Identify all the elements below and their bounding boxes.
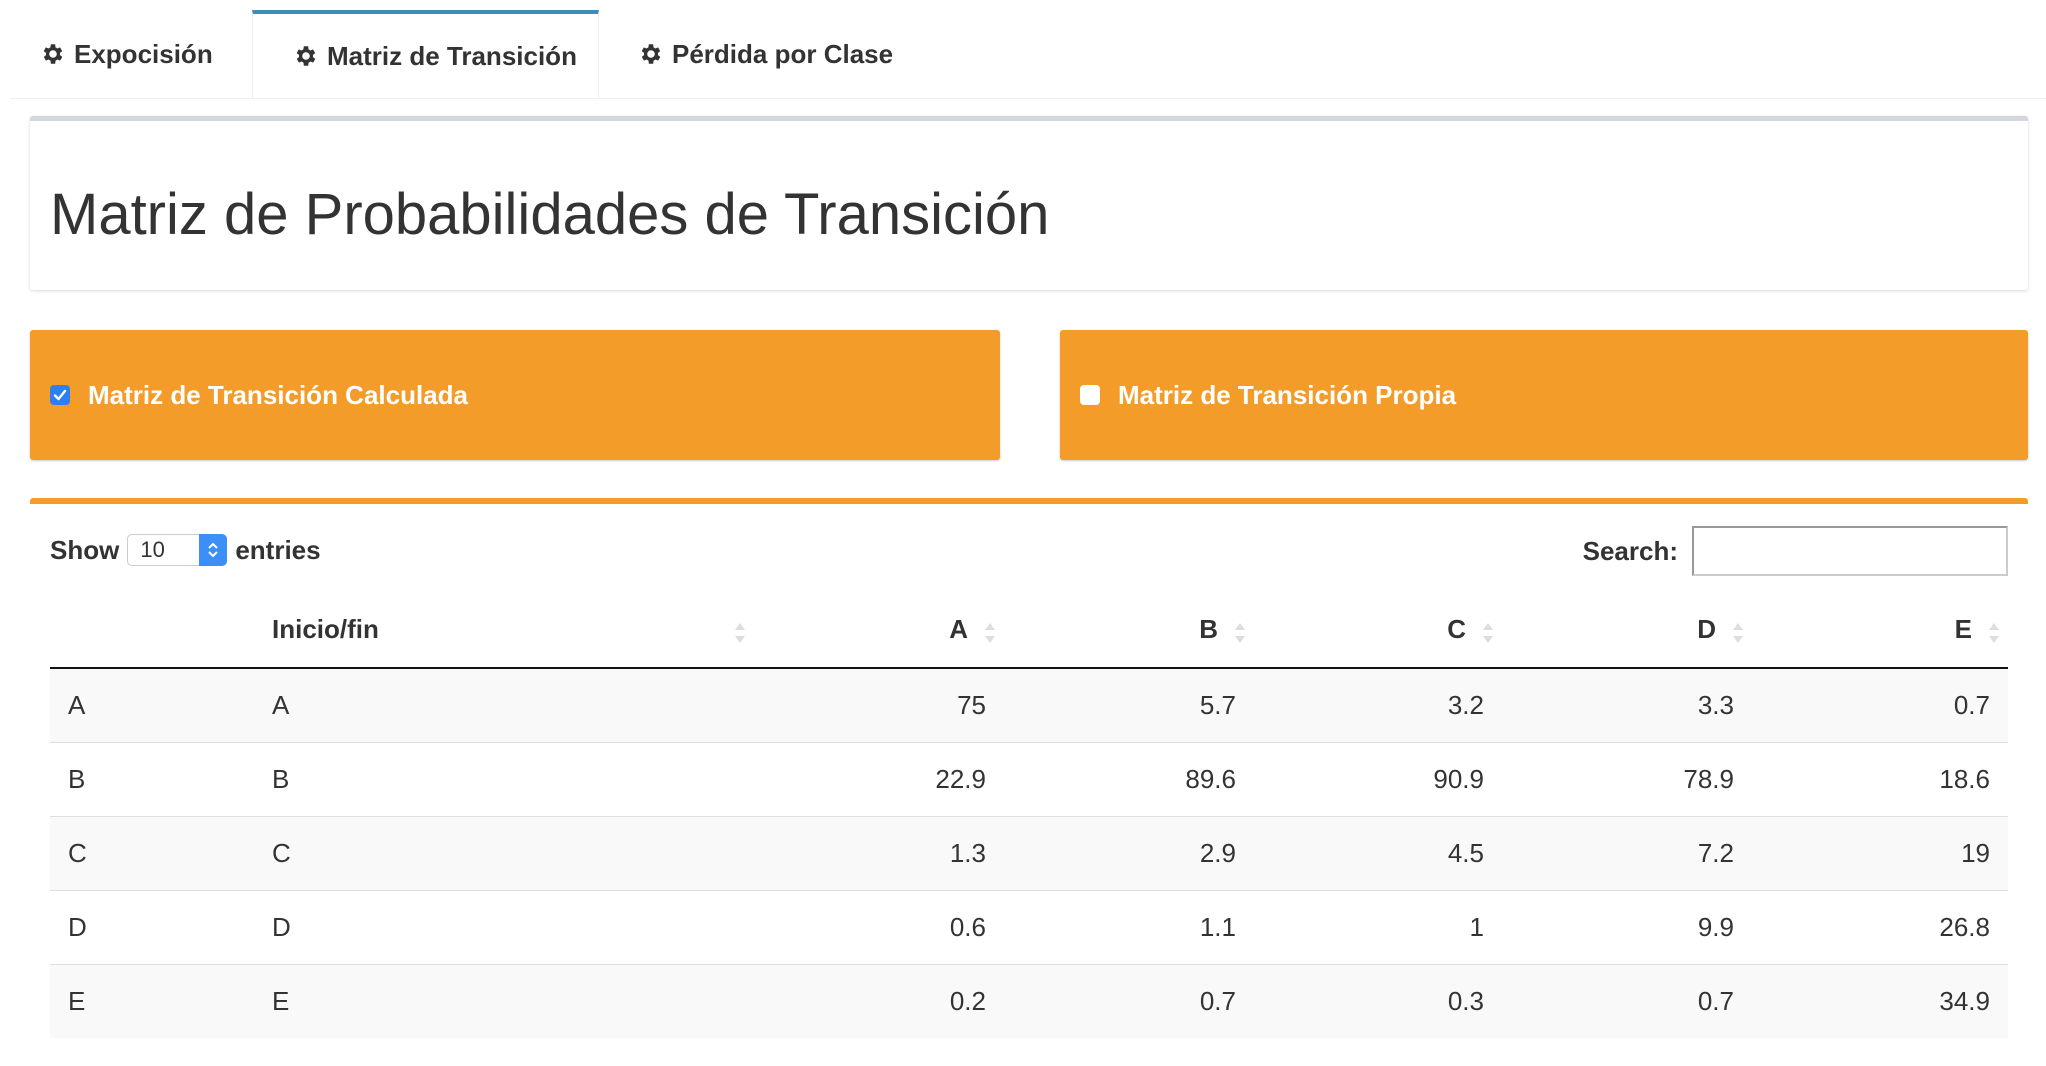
tab-matriz-transicion[interactable]: Matriz de Transición (252, 10, 599, 98)
col-header-label: A (949, 614, 968, 644)
table-cell: 0.3 (1254, 963, 1502, 1038)
length-control: Show 10 entries (50, 534, 321, 566)
table-cell: A (254, 667, 754, 742)
search-input[interactable] (1692, 526, 2008, 576)
table-cell: 26.8 (1752, 889, 2008, 964)
table-cell: 0.7 (1752, 667, 2008, 742)
col-header-d[interactable]: D (1502, 592, 1752, 669)
tab-label: Expocisión (74, 38, 213, 69)
table-cell: 0.6 (754, 889, 1004, 964)
table-cell: A (50, 667, 254, 742)
calculated-checkbox[interactable] (50, 385, 70, 405)
table-cell: B (254, 741, 754, 816)
search-label: Search: (1582, 535, 1678, 566)
table-cell: 1 (1254, 889, 1502, 964)
table-cell: 3.3 (1502, 667, 1752, 742)
table-box: Show 10 entries Search: Inicio/fin A B C… (30, 498, 2028, 1066)
col-header-b[interactable]: B (1004, 592, 1254, 669)
table-cell: 18.6 (1752, 741, 2008, 816)
sort-both-icon (1733, 623, 1743, 643)
table-cell: 1.1 (1004, 889, 1254, 964)
table-cell: 7.2 (1502, 815, 1752, 890)
col-header-e[interactable]: E (1752, 592, 2008, 669)
own-label[interactable]: Matriz de Transición Propia (1118, 380, 1456, 411)
tab-perdida-clase[interactable]: Pérdida por Clase (638, 10, 893, 98)
table-row: E E 0.2 0.7 0.3 0.7 34.9 (50, 963, 2008, 1038)
col-header-a[interactable]: A (754, 592, 1004, 669)
entries-select[interactable]: 10 (127, 534, 228, 566)
option-box-own: Matriz de Transición Propia (1060, 330, 2028, 460)
table-cell: 34.9 (1752, 963, 2008, 1038)
col-header-inicio-fin[interactable]: Inicio/fin (254, 592, 754, 669)
tab-label: Pérdida por Clase (672, 38, 894, 69)
table-cell: 4.5 (1254, 815, 1502, 890)
table-cell: 9.9 (1502, 889, 1752, 964)
chevron-updown-icon (199, 534, 228, 566)
gear-icon (638, 41, 664, 67)
table-cell: 0.2 (754, 963, 1004, 1038)
table-cell: 3.2 (1254, 667, 1502, 742)
table-cell: D (50, 889, 254, 964)
gear-icon (40, 41, 66, 67)
title-box: Matriz de Probabilidades de Transición (30, 116, 2028, 290)
entries-select-value: 10 (140, 537, 165, 562)
table-cell: E (254, 963, 754, 1038)
tab-bar: Expocisión Matriz de Transición Pérdida … (10, 0, 2046, 99)
gear-icon (293, 43, 319, 69)
table-cell: 22.9 (754, 741, 1004, 816)
entries-label: entries (235, 534, 321, 565)
table-cell: 89.6 (1004, 741, 1254, 816)
table-cell: B (50, 741, 254, 816)
col-header-index (50, 592, 254, 669)
calculated-label[interactable]: Matriz de Transición Calculada (88, 380, 468, 411)
table-cell: C (254, 815, 754, 890)
table-cell: 90.9 (1254, 741, 1502, 816)
col-header-label: D (1697, 614, 1716, 644)
sort-both-icon (1989, 623, 1999, 643)
col-header-label: B (1199, 614, 1218, 644)
sort-both-icon (985, 623, 995, 643)
col-header-label: C (1447, 614, 1466, 644)
transition-table: Inicio/fin A B C D E A A 75 5.7 3.2 3.3 … (50, 592, 2008, 1038)
table-row: B B 22.9 89.6 90.9 78.9 18.6 (50, 741, 2008, 816)
table-cell: 2.9 (1004, 815, 1254, 890)
table-cell: 5.7 (1004, 667, 1254, 742)
search-control: Search: (1583, 526, 2008, 576)
table-header-row: Inicio/fin A B C D E (50, 592, 2008, 669)
table-row: D D 0.6 1.1 1 9.9 26.8 (50, 889, 2008, 964)
show-label: Show (50, 534, 120, 565)
page-title: Matriz de Probabilidades de Transición (50, 182, 1050, 247)
table-cell: C (50, 815, 254, 890)
table-cell: 0.7 (1004, 963, 1254, 1038)
sort-both-icon (1483, 623, 1493, 643)
sort-both-icon (1235, 623, 1245, 643)
own-checkbox[interactable] (1080, 385, 1100, 405)
sort-both-icon (735, 623, 745, 643)
table-cell: 19 (1752, 815, 2008, 890)
col-header-c[interactable]: C (1254, 592, 1502, 669)
table-cell: 75 (754, 667, 1004, 742)
col-header-label: E (1954, 614, 1972, 644)
col-header-label: Inicio/fin (272, 614, 379, 644)
tab-expocision[interactable]: Expocisión (40, 10, 213, 98)
table-cell: D (254, 889, 754, 964)
table-row: C C 1.3 2.9 4.5 7.2 19 (50, 815, 2008, 890)
checkmark-icon (53, 389, 67, 401)
tab-label: Matriz de Transición (327, 40, 577, 71)
table-cell: 78.9 (1502, 741, 1752, 816)
table-cell: 1.3 (754, 815, 1004, 890)
option-box-calculated: Matriz de Transición Calculada (30, 330, 1000, 460)
table-cell: E (50, 963, 254, 1038)
table-cell: 0.7 (1502, 963, 1752, 1038)
table-row: A A 75 5.7 3.2 3.3 0.7 (50, 667, 2008, 742)
